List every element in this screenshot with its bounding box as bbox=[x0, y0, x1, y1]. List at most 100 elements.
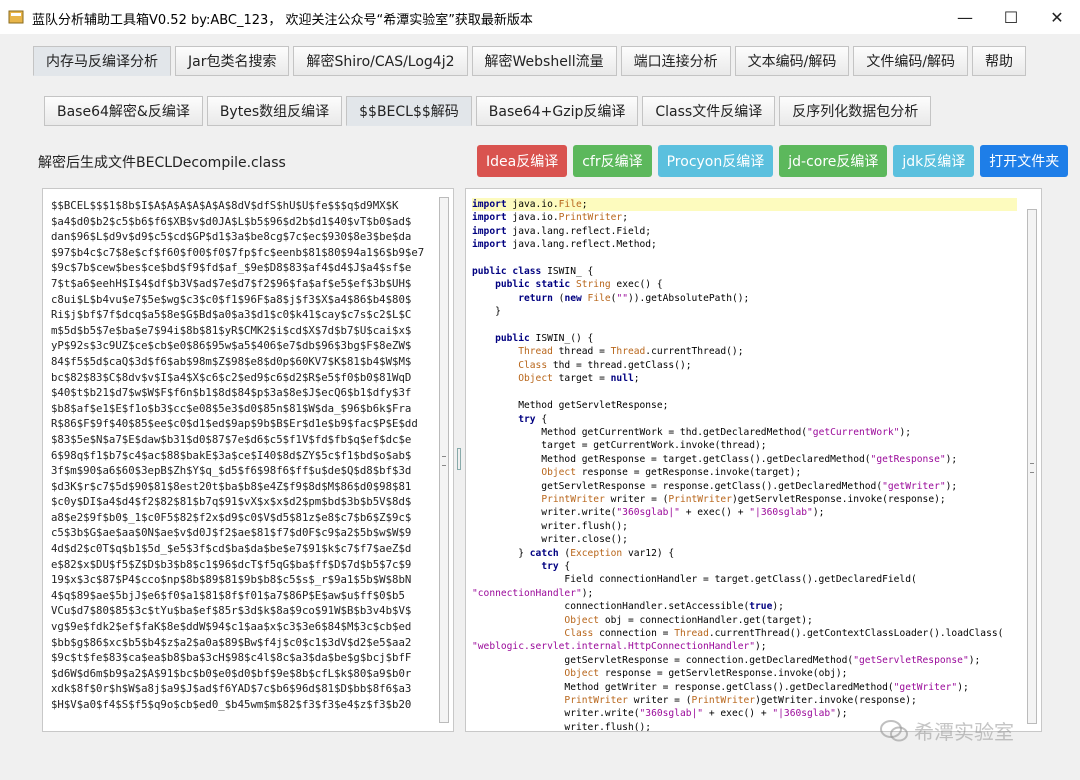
code-token: String bbox=[570, 279, 611, 291]
jdk-decompile-button[interactable]: jdk反编译 bbox=[893, 145, 975, 177]
jdcore-decompile-button[interactable]: jd-core反编译 bbox=[779, 145, 888, 177]
bcel-line: $b8$af$e1$E$f1o$b3$cc$e08$5e3$d0$85n$81$… bbox=[51, 401, 412, 415]
bcel-line: $9c$7b$cew$bes$ce$bd$f9$fd$af_$9e$D8$83$… bbox=[51, 261, 412, 275]
code-token: ( bbox=[552, 292, 565, 304]
code-token: "weblogic.servlet.internal.HttpConnectio… bbox=[472, 641, 756, 653]
bcel-line: $bb$g$86$xc$b5$b4$z$a2$a0a$89$Bw$f4j$c0$… bbox=[51, 635, 412, 649]
subtab-base64-gzip[interactable]: Base64+Gzip反编译 bbox=[475, 96, 639, 126]
bcel-line: $83$5e$N$a7$E$daw$b31$d0$87$7e$d6$c5$f1V… bbox=[51, 432, 412, 446]
bcel-input-panel[interactable]: $$BCEL$$$1$8b$I$A$A$A$A$A$A$8dV$dfS$hU$U… bbox=[42, 188, 454, 732]
tab-help[interactable]: 帮助 bbox=[972, 46, 1027, 76]
code-line: Field connectionHandler = target.getClas… bbox=[472, 573, 1017, 586]
code-token: public class bbox=[472, 266, 542, 278]
bcel-line: 7$t$a6$eehH$I$4$df$b3V$ad$7e$d7$f2$96$fa… bbox=[51, 276, 412, 290]
code-token: Object bbox=[541, 467, 576, 479]
subtab-bytes[interactable]: Bytes数组反编译 bbox=[206, 96, 343, 126]
code-line: "weblogic.servlet.internal.HttpConnectio… bbox=[472, 640, 1017, 653]
code-line: Method getWriter = response.getClass().g… bbox=[472, 681, 1017, 694]
open-folder-button[interactable]: 打开文件夹 bbox=[980, 145, 1069, 177]
left-scrollbar[interactable] bbox=[439, 197, 449, 723]
code-token: new bbox=[564, 292, 582, 304]
code-token: Thread bbox=[674, 628, 709, 639]
code-token: Class bbox=[564, 628, 594, 639]
bcel-input-text[interactable]: $$BCEL$$$1$8b$I$A$A$A$A$A$A$8dV$dfS$hU$U… bbox=[51, 198, 436, 713]
code-token: ISWIN_ { bbox=[541, 266, 594, 278]
code-token: getServletResponse = connection.getDecla… bbox=[472, 654, 854, 666]
code-token: "getWriter" bbox=[893, 681, 958, 693]
code-line: try { bbox=[472, 560, 1017, 573]
code-line: import java.io.File; bbox=[472, 198, 1017, 212]
procyon-decompile-button[interactable]: Procyon反编译 bbox=[657, 145, 774, 177]
right-scrollbar[interactable] bbox=[1027, 209, 1037, 724]
close-button[interactable]: ✕ bbox=[1034, 0, 1080, 34]
bcel-line: e$82$x$DU$f5$Z$D$b3$b8$c1$96$dcT$f5qG$ba… bbox=[51, 557, 412, 571]
tab-webshell-traffic[interactable]: 解密Webshell流量 bbox=[471, 46, 617, 76]
tab-port-analysis[interactable]: 端口连接分析 bbox=[620, 46, 731, 76]
code-line: Method getResponse = target.getClass().g… bbox=[472, 453, 1017, 466]
code-token: ISWIN_() { bbox=[529, 333, 594, 345]
code-token: thread = bbox=[552, 346, 611, 358]
wechat-icon bbox=[880, 719, 908, 741]
code-token: )).getAbsolutePath(); bbox=[628, 292, 750, 304]
split-handle[interactable] bbox=[457, 448, 461, 470]
code-token: Exception bbox=[570, 547, 623, 559]
subtab-base64[interactable]: Base64解密&反编译 bbox=[44, 96, 203, 126]
code-token: )getWriter.invoke(response); bbox=[755, 695, 917, 707]
bcel-line: $97$b4c$c7$8e$cf$f60$f00$f0$7fp$fc$eenb$… bbox=[51, 245, 425, 259]
bcel-line: 19$x$3c$87$P4$cco$np$8b$89$81$9b$b8$c5$s… bbox=[51, 573, 412, 587]
code-token: java.lang.reflect.Method; bbox=[506, 239, 657, 251]
code-view[interactable]: import java.io.File; import java.io.Print… bbox=[472, 198, 1017, 731]
code-token: ); bbox=[772, 601, 784, 613]
code-token: getServletResponse = response.getClass()… bbox=[472, 480, 883, 492]
bcel-line: $d6W$d6m$b9$a2$A$91$bc$b0$e0$d0$bf$9e$8b… bbox=[51, 666, 412, 680]
tab-memory-shell[interactable]: 内存马反编译分析 bbox=[33, 46, 171, 76]
bcel-line: c8ui$L$b4vu$e7$5e$wg$c3$c0$f1$96F$a8$j$f… bbox=[51, 292, 412, 306]
code-token: target = getCurrentWork.invoke(thread); bbox=[472, 440, 767, 452]
tab-file-encode[interactable]: 文件编码/解码 bbox=[853, 46, 969, 76]
code-line: writer.close(); bbox=[472, 533, 1017, 546]
tab-text-encode[interactable]: 文本编码/解码 bbox=[734, 46, 850, 76]
code-line: } catch (Exception var12) { bbox=[472, 547, 1017, 560]
code-token: ); bbox=[581, 587, 594, 599]
code-token: exec() { bbox=[610, 279, 663, 291]
code-token: Object bbox=[564, 668, 600, 680]
idea-decompile-button[interactable]: Idea反编译 bbox=[477, 145, 568, 177]
tab-decrypt-shiro[interactable]: 解密Shiro/CAS/Log4j2 bbox=[293, 46, 468, 76]
bcel-line: bc$82$83$C$8dv$v$I$a4$X$c6$c2$ed9$c6$d2$… bbox=[51, 370, 412, 384]
cfr-decompile-button[interactable]: cfr反编译 bbox=[573, 145, 652, 177]
subtab-becl[interactable]: $$BECL$$解码 bbox=[346, 96, 472, 126]
code-line: Object obj = connectionHandler.get(targe… bbox=[472, 614, 1017, 627]
bcel-line: $H$V$a0$f4$S$f5$q9o$cb$ed0_$b45wm$m$82$f… bbox=[51, 698, 412, 711]
decompiled-code-panel[interactable]: import java.io.File; import java.io.Print… bbox=[465, 188, 1042, 732]
code-token: writer.write( bbox=[472, 507, 617, 519]
code-token: Object bbox=[518, 373, 553, 385]
bcel-line: $a4$d0$b2$c5$b6$f6$XB$v$d0JA$L$b5$96$d2b… bbox=[51, 214, 412, 228]
tab-jar-search[interactable]: Jar包类名搜索 bbox=[175, 46, 290, 76]
main-tabs: 内存马反编译分析 Jar包类名搜索 解密Shiro/CAS/Log4j2 解密W… bbox=[33, 46, 1027, 76]
code-token: obj = connectionHandler.get(target); bbox=[599, 614, 813, 626]
bcel-line: dan$96$L$d9v$d9$c5$cd$GP$d1$3a$be8cg$7c$… bbox=[51, 230, 412, 244]
code-token: ); bbox=[812, 507, 825, 519]
subtab-class-file[interactable]: Class文件反编译 bbox=[642, 96, 776, 126]
bcel-line: R$86$F$9f$40$85$ee$c0$d1$ed$9ap$9b$B$Er$… bbox=[51, 417, 418, 431]
action-buttons: Idea反编译 cfr反编译 Procyon反编译 jd-core反编译 jdk… bbox=[477, 145, 1069, 177]
code-token: java.lang.reflect.Field; bbox=[506, 225, 652, 237]
code-line: "connectionHandler"); bbox=[472, 587, 1017, 600]
code-token: try bbox=[541, 560, 559, 572]
code-token: "connectionHandler" bbox=[472, 587, 582, 599]
code-token: "getCurrentWork" bbox=[807, 426, 900, 438]
code-line: Thread thread = Thread.currentThread(); bbox=[472, 345, 1017, 358]
maximize-button[interactable]: ☐ bbox=[988, 0, 1034, 34]
code-line: connectionHandler.setAccessible(true); bbox=[472, 600, 1017, 613]
minimize-button[interactable]: — bbox=[942, 0, 988, 34]
title-bar: 蓝队分析辅助工具箱V0.52 by:ABC_123， 欢迎关注公众号“希潭实验室… bbox=[0, 0, 1080, 34]
code-line: getServletResponse = response.getClass()… bbox=[472, 480, 1017, 493]
subtab-deserialize[interactable]: 反序列化数据包分析 bbox=[779, 96, 932, 126]
code-token: Object bbox=[564, 614, 600, 626]
code-token: } bbox=[472, 306, 501, 318]
code-token: Method getServletResponse; bbox=[472, 400, 669, 412]
